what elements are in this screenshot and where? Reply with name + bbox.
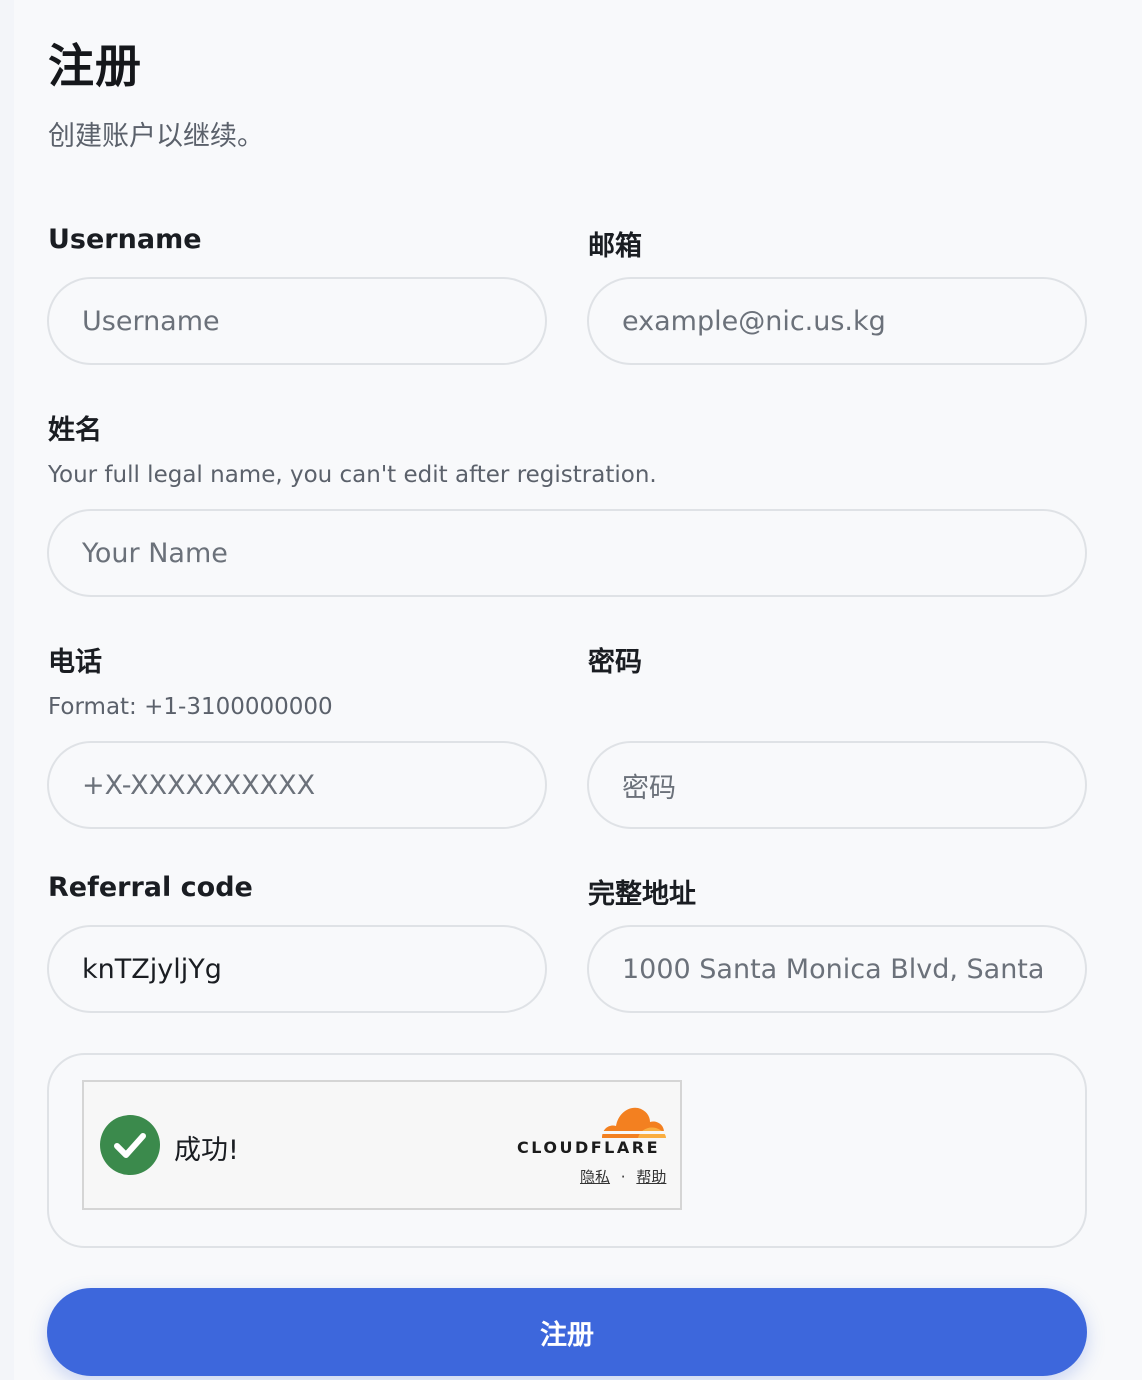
referral-label: Referral code	[48, 872, 253, 903]
password-input[interactable]: 密码	[587, 741, 1087, 829]
password-label: 密码	[588, 647, 642, 678]
username-label: Username	[48, 224, 202, 255]
phone-placeholder: +X-XXXXXXXXXX	[82, 769, 316, 801]
phone-input[interactable]: +X-XXXXXXXXXX	[47, 741, 547, 829]
phone-hint: Format: +1-3100000000	[48, 694, 333, 720]
captcha-links: 隐私 · 帮助	[580, 1166, 666, 1187]
password-placeholder: 密码	[622, 772, 676, 804]
captcha-status: 成功!	[174, 1135, 239, 1166]
email-input[interactable]: example@nic.us.kg	[587, 277, 1087, 365]
cloudflare-logo: CLOUDFLARE	[517, 1138, 660, 1157]
help-link[interactable]: 帮助	[636, 1168, 666, 1186]
success-check-icon	[100, 1115, 160, 1175]
captcha-container: 成功! CLOUDFLARE 隐私 · 帮助	[47, 1053, 1087, 1248]
address-input[interactable]: 1000 Santa Monica Blvd, Santa	[587, 925, 1087, 1013]
email-placeholder: example@nic.us.kg	[622, 305, 886, 337]
name-label: 姓名	[48, 415, 102, 446]
username-input[interactable]: Username	[47, 277, 547, 365]
address-label: 完整地址	[588, 879, 696, 910]
privacy-link[interactable]: 隐私	[580, 1168, 610, 1186]
name-input[interactable]: Your Name	[47, 509, 1087, 597]
name-hint: Your full legal name, you can't edit aft…	[48, 462, 657, 488]
name-placeholder: Your Name	[82, 537, 228, 569]
username-placeholder: Username	[82, 305, 220, 337]
page-subtitle: 创建账户以继续。	[48, 121, 264, 152]
address-placeholder: 1000 Santa Monica Blvd, Santa	[622, 953, 1045, 985]
referral-value: knTZjyljYg	[82, 953, 222, 985]
cloudflare-cloud-icon	[596, 1107, 666, 1138]
page-title: 注册	[48, 39, 142, 93]
email-label: 邮箱	[588, 231, 642, 262]
turnstile-widget[interactable]: 成功! CLOUDFLARE 隐私 · 帮助	[82, 1080, 682, 1210]
link-separator: ·	[620, 1168, 626, 1186]
register-button[interactable]: 注册	[47, 1288, 1087, 1376]
phone-label: 电话	[48, 647, 102, 678]
register-button-label: 注册	[540, 1319, 594, 1351]
referral-input[interactable]: knTZjyljYg	[47, 925, 547, 1013]
